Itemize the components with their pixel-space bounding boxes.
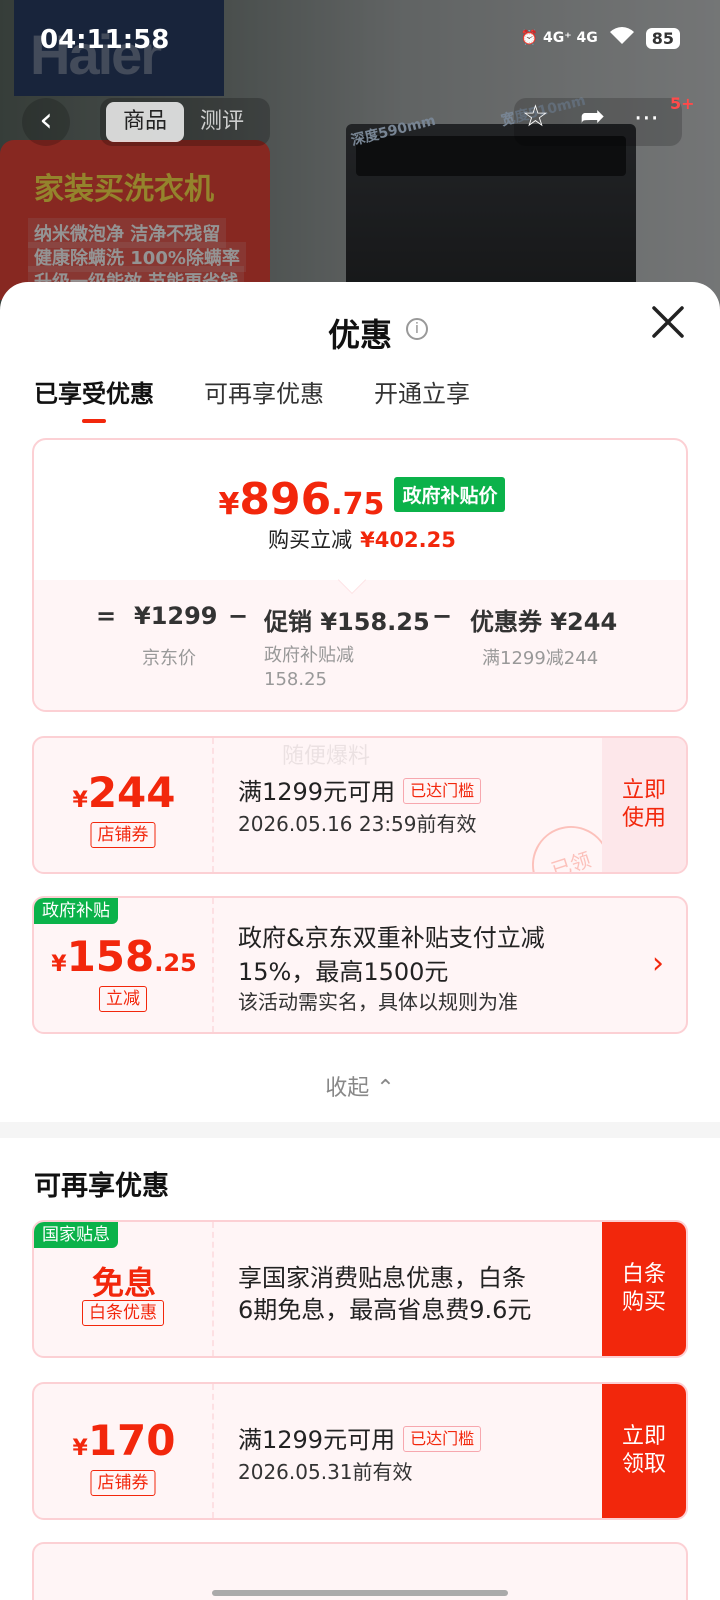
- save-row: 购买立减 ¥402.25: [34, 524, 686, 554]
- close-icon: [652, 306, 684, 338]
- claim-now-button[interactable]: 立即 领取: [602, 1384, 686, 1518]
- price-currency: ¥: [218, 487, 240, 522]
- sheet-title: 优惠: [327, 316, 392, 354]
- chevron-right-icon: ›: [652, 946, 664, 981]
- calc-coupon: 优惠券 ¥244: [470, 608, 618, 636]
- back-button[interactable]: ‹: [22, 98, 70, 146]
- calc-promo: 促销 ¥158.25: [264, 608, 430, 636]
- close-button[interactable]: [648, 304, 688, 344]
- status-icons: ⏰ 4G⁺ 4G 85: [521, 26, 680, 50]
- coupon-type-tag: 店铺券: [90, 822, 156, 848]
- coupon-amount-area: ¥170 店铺券: [34, 1384, 214, 1518]
- subsidy-desc: 政府&京东双重补贴支付立减: [238, 924, 545, 952]
- discount-sheet: 优惠 i 已享受优惠 可再享优惠 开通立享 ¥ 896 .75 政府补贴价 购买…: [0, 282, 720, 1600]
- gov-subsidy-ribbon: 政府补贴: [34, 898, 118, 924]
- coupon-expiry: 2026.05.16 23:59前有效: [238, 812, 477, 836]
- section-title: 可再享优惠: [34, 1171, 169, 1202]
- collapse-button[interactable]: 收起 ⌃: [0, 1070, 720, 1102]
- coupon-amount: ¥170: [72, 1416, 176, 1465]
- final-price: ¥ 896 .75 政府补贴价: [34, 474, 686, 525]
- calc-promo-sub: 政府补贴减 158.25: [264, 645, 354, 690]
- coupon-amount-area: ¥244 店铺券: [34, 738, 214, 872]
- calc-equals: =: [96, 602, 117, 630]
- status-time: 04:11:58: [40, 25, 170, 55]
- coupon-amount-area: 国家贴息 免息 白条优惠: [34, 1222, 214, 1356]
- more-icon[interactable]: ···: [634, 104, 659, 134]
- coupon-type-tag: 立减: [99, 986, 147, 1012]
- coupon-type-tag: 店铺券: [90, 1470, 156, 1496]
- info-icon[interactable]: i: [406, 318, 428, 340]
- calc-base-sub: 京东价: [142, 648, 196, 669]
- coupon-amount-area: 政府补贴 ¥158.25 立减: [34, 898, 214, 1032]
- signal-icon: ⏰ 4G⁺ 4G: [520, 30, 598, 46]
- interest-free-label: 免息: [91, 1264, 156, 1302]
- status-bar: 04:11:58 ⏰ 4G⁺ 4G 85: [0, 0, 720, 80]
- coupon-expiry: 2026.05.31前有效: [238, 1460, 413, 1484]
- subsidy-desc-2: 15%，最高1500元: [238, 958, 449, 986]
- tab-available[interactable]: 可再享优惠: [204, 374, 324, 409]
- home-indicator[interactable]: [212, 1590, 508, 1596]
- calc-base-price: ¥1299: [134, 602, 218, 630]
- subsidy-amount: ¥158.25: [51, 932, 197, 981]
- use-now-button[interactable]: 立即 使用: [602, 738, 686, 872]
- tab-activate[interactable]: 开通立享: [374, 374, 470, 409]
- subsidy-note: 该活动需实名，具体以规则为准: [238, 990, 518, 1014]
- share-icon[interactable]: ➦: [580, 102, 605, 132]
- gov-subsidy-card[interactable]: 政府补贴 ¥158.25 立减 政府&京东双重补贴支付立减 15%，最高1500…: [32, 896, 688, 1034]
- calc-minus: −: [228, 602, 249, 630]
- national-interest-ribbon: 国家贴息: [34, 1222, 118, 1248]
- gov-subsidy-price-tag: 政府补贴价: [394, 477, 506, 512]
- watermark: 随便爆料: [282, 744, 371, 769]
- price-integer: 896: [239, 474, 332, 525]
- discount-tabs: 已享受优惠 可再享优惠 开通立享: [34, 374, 470, 423]
- store-coupon-card: ¥170 店铺券 满1299元可用 已达门槛 2026.05.31前有效 立即 领…: [32, 1382, 688, 1520]
- battery-icon: 85: [645, 27, 680, 49]
- top-nav: ‹ 商品 测评 ☆ ➦ ··· 5+: [0, 92, 720, 152]
- store-coupon-card: 随便爆料 ¥244 店铺券 满1299元可用 已达门槛 2026.05.16 23…: [32, 736, 688, 874]
- save-amount: ¥402.25: [360, 528, 456, 552]
- coupon-condition: 满1299元可用 已达门槛: [238, 1420, 482, 1455]
- save-label: 购买立减: [268, 528, 353, 552]
- coupon-type-tag: 白条优惠: [82, 1300, 164, 1326]
- section-divider: [0, 1122, 720, 1138]
- wifi-icon: [608, 26, 636, 50]
- tab-enjoyed[interactable]: 已享受优惠: [34, 374, 154, 423]
- reached-threshold-tag: 已达门槛: [403, 1426, 482, 1452]
- favorite-star-icon[interactable]: ☆: [522, 102, 549, 132]
- calc-coupon-sub: 满1299减244: [482, 648, 599, 669]
- interest-desc: 享国家消费贴息优惠，白条: [238, 1264, 526, 1292]
- interest-desc-2: 6期免息，最高省息费9.6元: [238, 1296, 532, 1324]
- interest-free-card: 国家贴息 免息 白条优惠 享国家消费贴息优惠，白条 6期免息，最高省息费9.6元…: [32, 1220, 688, 1358]
- reached-threshold-tag: 已达门槛: [403, 778, 482, 804]
- price-decimal: .75: [331, 487, 385, 522]
- tab-review[interactable]: 测评: [200, 102, 244, 142]
- message-badge: 5+: [670, 94, 695, 113]
- calc-minus: −: [432, 602, 453, 630]
- baitiao-buy-button[interactable]: 白条 购买: [602, 1222, 686, 1356]
- coupon-amount: ¥244: [72, 768, 176, 817]
- price-summary-card: ¥ 896 .75 政府补贴价 购买立减 ¥402.25 = ¥1299 − 促销…: [32, 438, 688, 712]
- coupon-condition: 满1299元可用 已达门槛: [238, 772, 482, 807]
- tab-product[interactable]: 商品: [106, 102, 184, 142]
